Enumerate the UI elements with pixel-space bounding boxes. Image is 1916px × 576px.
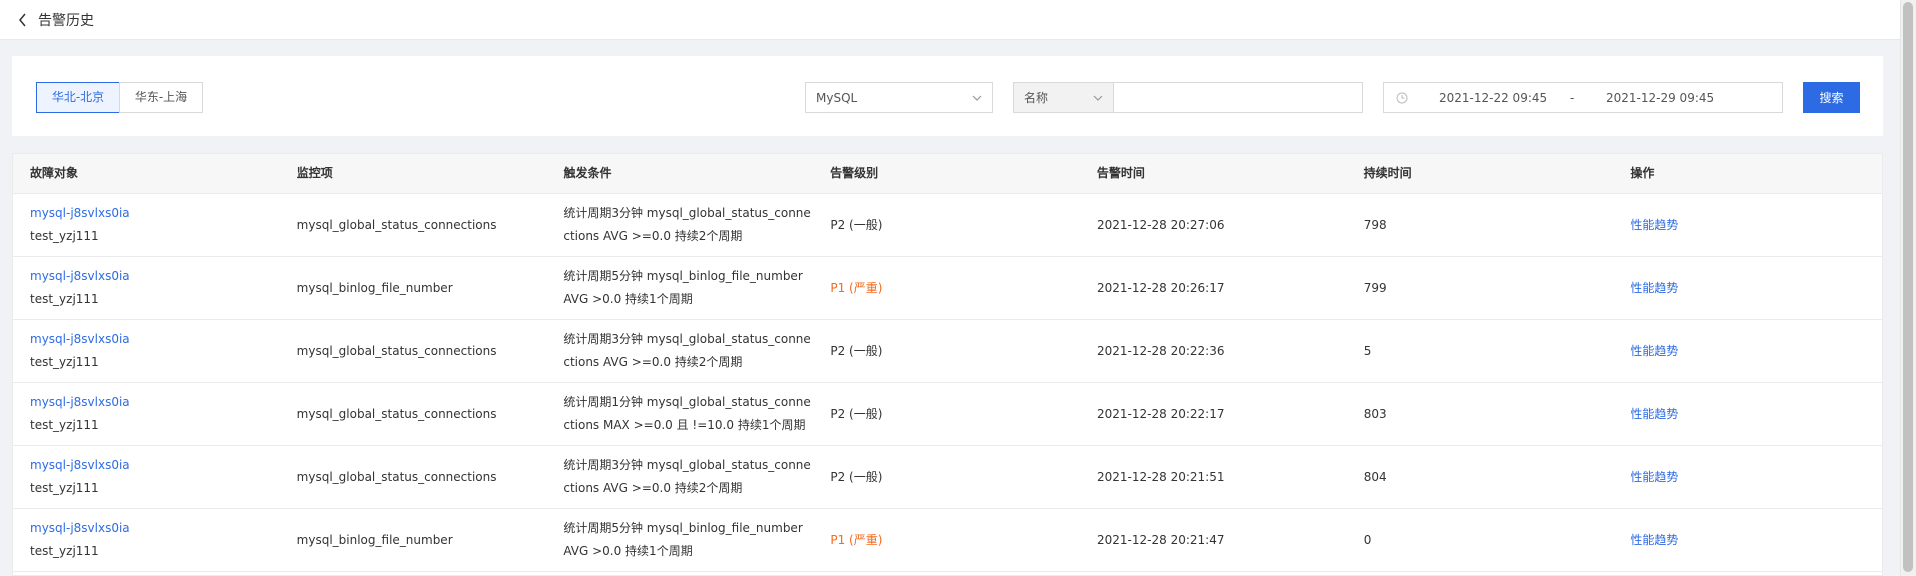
condition-cell: 统计周期5分钟 mysql_binlog_file_number AVG >0.… <box>563 521 803 558</box>
chevron-down-icon <box>1093 92 1103 102</box>
page-header: 告警历史 <box>0 0 1900 40</box>
table-header: 故障对象 监控项 触发条件 告警级别 告警时间 持续时间 操作 <box>13 154 1882 194</box>
chevron-down-icon <box>972 92 982 102</box>
object-id-link[interactable]: mysql-j8svlxs0ia <box>30 202 280 225</box>
object-name: test_yzj111 <box>30 229 99 243</box>
duration-cell: 5 <box>1363 343 1372 358</box>
table-row: mysql-j8svlxs0ia test_yzj111 mysql_globa… <box>13 446 1882 509</box>
condition-cell: 统计周期3分钟 mysql_global_status_connections … <box>563 332 811 369</box>
table-row: mysql-j8svlxs0ia test_yzj111 mysql_binlo… <box>13 509 1882 572</box>
field-select-value: 名称 <box>1024 91 1049 105</box>
table-row: mysql-j8svlxs0ia test_yzj111 mysql_binlo… <box>13 257 1882 320</box>
object-id-link[interactable]: mysql-j8svlxs0ia <box>30 517 280 540</box>
object-name: test_yzj111 <box>30 355 99 369</box>
object-name: test_yzj111 <box>30 544 99 558</box>
date-start[interactable]: 2021-12-22 09:45 <box>1439 91 1547 105</box>
page-scrollbar[interactable] <box>1900 0 1916 576</box>
column-header-duration: 持续时间 <box>1363 166 1412 180</box>
duration-cell: 803 <box>1363 406 1387 421</box>
object-id-link[interactable]: mysql-j8svlxs0ia <box>30 328 280 351</box>
performance-trend-link[interactable]: 性能趋势 <box>1630 218 1678 232</box>
alert-history-table: 故障对象 监控项 触发条件 告警级别 告警时间 持续时间 操作 mysql-j8… <box>12 153 1883 576</box>
region-shanghai-button[interactable]: 华东-上海 <box>119 82 203 113</box>
field-select[interactable]: 名称 <box>1013 82 1114 113</box>
duration-cell: 804 <box>1363 469 1387 484</box>
filter-bar: 华北-北京 华东-上海 MySQL 名称 2021-12-22 09:45 - … <box>12 56 1883 136</box>
table-row: mysql-j8svlxs0ia test_yzj111 mysql_globa… <box>13 383 1882 446</box>
chevron-left-icon[interactable] <box>18 13 32 27</box>
metric-cell: mysql_binlog_file_number <box>296 532 453 547</box>
time-cell: 2021-12-28 20:21:51 <box>1097 469 1225 484</box>
column-header-condition: 触发条件 <box>563 166 612 180</box>
scrollbar-thumb[interactable] <box>1903 2 1913 572</box>
column-header-level: 告警级别 <box>830 166 879 180</box>
level-cell: P1 (严重) <box>830 532 883 547</box>
object-name: test_yzj111 <box>30 292 99 306</box>
region-switcher: 华北-北京 华东-上海 <box>36 82 203 113</box>
table-row: mysql-j8svlxs0ia test_yzj111 mysql_globa… <box>13 320 1882 383</box>
date-separator: - <box>1570 91 1575 105</box>
time-cell: 2021-12-28 20:26:17 <box>1097 280 1225 295</box>
level-cell: P2 (一般) <box>830 469 883 484</box>
metric-cell: mysql_global_status_connections <box>296 343 497 358</box>
duration-cell: 798 <box>1363 217 1387 232</box>
object-id-link[interactable]: mysql-j8svlxs0ia <box>30 265 280 288</box>
object-id-link[interactable]: mysql-j8svlxs0ia <box>30 454 280 477</box>
level-cell: P1 (严重) <box>830 280 883 295</box>
time-cell: 2021-12-28 20:22:17 <box>1097 406 1225 421</box>
metric-cell: mysql_binlog_file_number <box>296 280 453 295</box>
time-cell: 2021-12-28 20:21:47 <box>1097 532 1225 547</box>
performance-trend-link[interactable]: 性能趋势 <box>1630 407 1678 421</box>
performance-trend-link[interactable]: 性能趋势 <box>1630 281 1678 295</box>
column-header-time: 告警时间 <box>1096 166 1145 180</box>
level-cell: P2 (一般) <box>830 406 883 421</box>
performance-trend-link[interactable]: 性能趋势 <box>1630 470 1678 484</box>
db-type-value: MySQL <box>816 90 858 105</box>
level-cell: P2 (一般) <box>830 217 883 232</box>
time-cell: 2021-12-28 20:27:06 <box>1097 217 1225 232</box>
region-beijing-button[interactable]: 华北-北京 <box>36 82 120 113</box>
time-cell: 2021-12-28 20:22:36 <box>1097 343 1225 358</box>
condition-cell: 统计周期3分钟 mysql_global_status_connections … <box>563 206 811 243</box>
condition-cell: 统计周期1分钟 mysql_global_status_connections … <box>563 395 811 432</box>
column-header-action: 操作 <box>1630 166 1655 180</box>
db-type-select[interactable]: MySQL <box>805 82 993 113</box>
object-id-link[interactable]: mysql-j8svlxs0ia <box>30 391 280 414</box>
name-search-input[interactable] <box>1113 82 1363 113</box>
metric-cell: mysql_global_status_connections <box>296 469 497 484</box>
table-row: mysql-j8svlxs0ia test_yzj111 mysql_globa… <box>13 194 1882 257</box>
page-title: 告警历史 <box>38 12 94 29</box>
level-cell: P2 (一般) <box>830 343 883 358</box>
clock-icon <box>1396 92 1408 104</box>
condition-cell: 统计周期3分钟 mysql_global_status_connections … <box>563 458 811 495</box>
column-header-object: 故障对象 <box>30 166 79 180</box>
search-button[interactable]: 搜索 <box>1803 82 1860 113</box>
performance-trend-link[interactable]: 性能趋势 <box>1630 533 1678 547</box>
date-end[interactable]: 2021-12-29 09:45 <box>1606 91 1714 105</box>
metric-cell: mysql_global_status_connections <box>296 217 497 232</box>
column-header-metric: 监控项 <box>296 166 333 180</box>
object-name: test_yzj111 <box>30 418 99 432</box>
date-range-picker[interactable]: 2021-12-22 09:45 - 2021-12-29 09:45 <box>1383 82 1783 113</box>
duration-cell: 0 <box>1363 532 1372 547</box>
metric-cell: mysql_global_status_connections <box>296 406 497 421</box>
condition-cell: 统计周期5分钟 mysql_binlog_file_number AVG >0.… <box>563 269 803 306</box>
object-name: test_yzj111 <box>30 481 99 495</box>
performance-trend-link[interactable]: 性能趋势 <box>1630 344 1678 358</box>
duration-cell: 799 <box>1363 280 1387 295</box>
